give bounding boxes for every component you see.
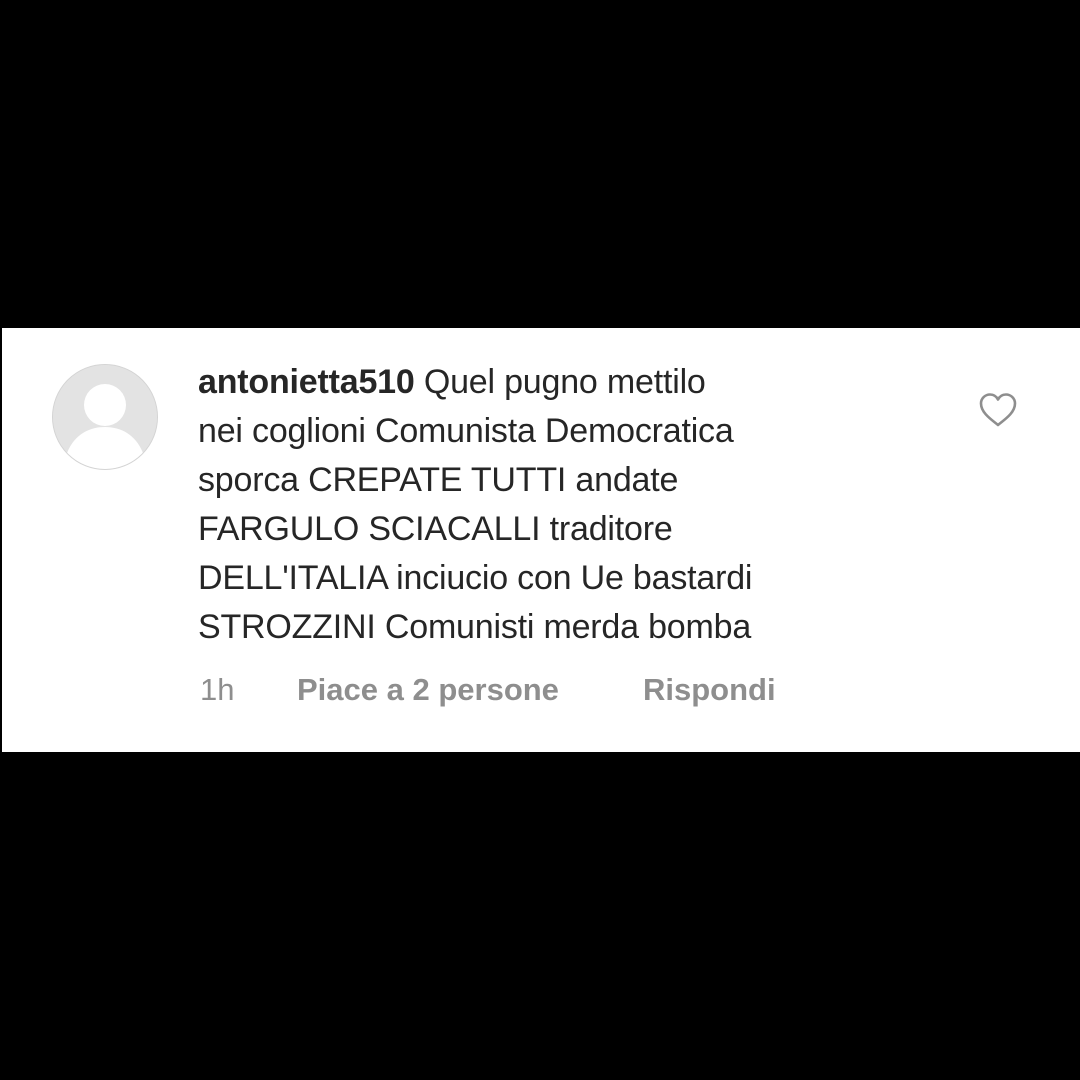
- comment-username[interactable]: antonietta510: [198, 363, 415, 401]
- default-user-avatar-icon: [53, 365, 157, 469]
- comment-card: antonietta510 Quel pugno mettilo nei cog…: [2, 328, 1080, 752]
- comment-body: Quel pugno mettilo nei coglioni Comunist…: [198, 363, 753, 646]
- screenshot-canvas: antonietta510 Quel pugno mettilo nei cog…: [0, 0, 1080, 1080]
- like-comment-button[interactable]: [978, 392, 1018, 428]
- likes-count-link[interactable]: Piace a 2 persone: [297, 672, 643, 708]
- heart-outline-icon: [979, 393, 1017, 427]
- comment-timestamp: 1h: [200, 672, 235, 707]
- comment-meta: 1h Piace a 2 persone Rispondi: [200, 668, 776, 712]
- avatar[interactable]: [52, 364, 158, 470]
- reply-button[interactable]: Rispondi: [643, 672, 776, 708]
- comment-text: antonietta510 Quel pugno mettilo nei cog…: [198, 358, 918, 652]
